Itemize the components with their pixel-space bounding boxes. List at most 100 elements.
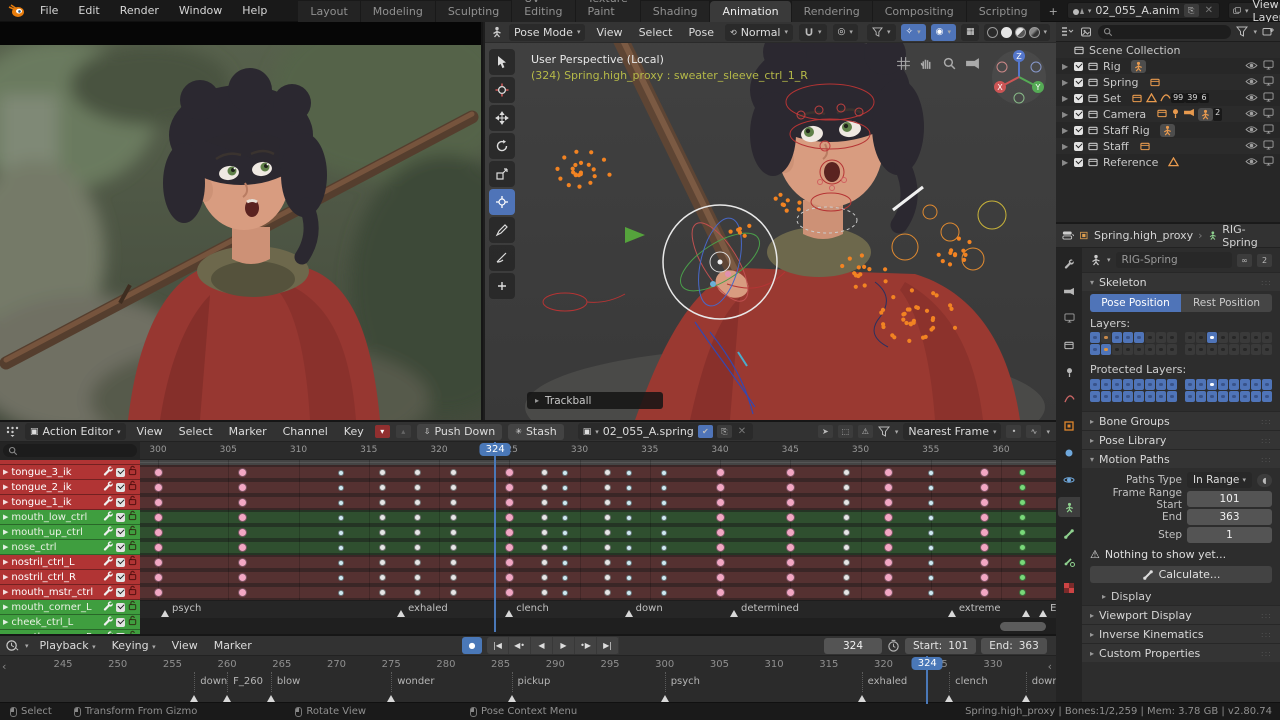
motion-paths-panel-header[interactable]: ▾ Motion Paths::: (1082, 449, 1280, 468)
collection-checkbox[interactable] (1074, 157, 1083, 167)
layer-toggle[interactable] (1262, 379, 1272, 390)
properties-tab-5[interactable] (1058, 389, 1080, 409)
current-frame-field[interactable]: 324 (824, 637, 882, 654)
paths-type-dropdown[interactable]: In Range ▾ (1187, 472, 1252, 488)
keyframe[interactable] (979, 513, 989, 522)
timeline-marker[interactable] (507, 695, 516, 702)
expand-arrow-icon[interactable]: ▶ (3, 528, 8, 536)
keyframe[interactable] (842, 484, 850, 491)
editor-type-dropdown[interactable] (1062, 230, 1075, 241)
layer-toggle[interactable] (1123, 332, 1133, 343)
layer-toggle[interactable] (1167, 332, 1177, 343)
properties-tab-2[interactable] (1058, 308, 1080, 328)
keyframe[interactable] (449, 499, 457, 506)
filter-type-icon[interactable] (1080, 26, 1093, 37)
layer-toggle[interactable] (1196, 391, 1206, 402)
keyframe[interactable] (153, 513, 163, 522)
show-hidden-toggle[interactable]: ⬚ (837, 425, 853, 438)
modifier-wrench-icon[interactable] (103, 556, 113, 569)
new-action-button[interactable]: ⎘ (716, 425, 732, 438)
channel-enable-checkbox[interactable] (116, 572, 125, 582)
proportional-toggle[interactable]: • (1006, 425, 1022, 438)
layer-toggle[interactable] (1134, 379, 1144, 390)
keyframe[interactable] (562, 559, 569, 566)
layer-toggle[interactable] (1145, 332, 1155, 343)
layer-toggle[interactable] (1251, 391, 1261, 402)
keyframe[interactable] (1018, 574, 1026, 581)
link-icon[interactable]: ∞ (1237, 253, 1252, 267)
keyframe[interactable] (927, 529, 934, 536)
layer-toggle[interactable] (1262, 344, 1272, 355)
lock-icon[interactable] (128, 585, 137, 599)
hide-eye-icon[interactable] (1245, 76, 1258, 89)
lock-icon[interactable] (128, 465, 137, 479)
display-mode-dropdown[interactable] (1061, 26, 1075, 37)
pose-menu[interactable]: Pose (684, 24, 719, 41)
pose-marker[interactable] (730, 610, 739, 617)
layer-toggle[interactable] (1207, 391, 1217, 402)
properties-tab-1[interactable] (1058, 281, 1080, 301)
keyframe[interactable] (785, 543, 795, 552)
expand-region-icon[interactable]: ‹ (2, 660, 6, 673)
disable-viewport-icon[interactable] (1263, 139, 1274, 153)
keyframe[interactable] (979, 498, 989, 507)
properties-tab-4[interactable] (1058, 362, 1080, 382)
layer-toggle[interactable] (1240, 332, 1250, 343)
expand-arrow-icon[interactable]: ▶ (3, 468, 8, 476)
prev-keyframe-button[interactable]: ◀• (509, 637, 531, 654)
layer-toggle[interactable] (1112, 391, 1122, 402)
layer-toggle[interactable] (1207, 332, 1217, 343)
push-down-button[interactable]: ⇩ Push Down (416, 423, 503, 440)
scene-selector[interactable]: ▾ 02_055_A.anim ⎘ ✕ (1066, 2, 1221, 19)
keyframe[interactable] (237, 588, 247, 597)
layer-toggle[interactable] (1262, 332, 1272, 343)
move-up-button[interactable]: ▴ (395, 425, 411, 438)
keyframe[interactable] (237, 483, 247, 492)
channel-row-tongue_2_ik[interactable]: ▶ tongue_2_ik (0, 480, 140, 495)
keyframe[interactable] (715, 468, 725, 477)
keyframe[interactable] (1018, 469, 1026, 476)
pose-marker[interactable] (624, 610, 633, 617)
keyframe[interactable] (562, 514, 569, 521)
disable-viewport-icon[interactable] (1263, 75, 1274, 89)
timeline-marker[interactable] (857, 695, 866, 702)
timeline-marker[interactable] (190, 695, 199, 702)
outliner-row-camera[interactable]: ▶ Camera 2 (1056, 106, 1280, 122)
stash-button[interactable]: ✳ Stash (508, 423, 564, 440)
keyframe[interactable] (237, 513, 247, 522)
keyframe[interactable] (625, 514, 632, 521)
keyframe[interactable] (153, 483, 163, 492)
keyframe[interactable] (562, 589, 569, 596)
expand-arrow-icon[interactable]: ▶ (3, 588, 8, 596)
unlink-action-button[interactable]: ✕ (736, 426, 748, 437)
keyframe[interactable] (449, 544, 457, 551)
outliner-row-staff[interactable]: ▶ Staff (1056, 138, 1280, 154)
decorator-button[interactable]: ◖ (1257, 473, 1272, 487)
outliner-search-input[interactable] (1098, 24, 1232, 39)
properties-tab-7[interactable] (1058, 443, 1080, 463)
outliner-row-staff-rig[interactable]: ▶ Staff Rig (1056, 122, 1280, 138)
keyframe[interactable] (504, 468, 514, 477)
hide-eye-icon[interactable] (1245, 92, 1258, 105)
new-scene-button[interactable]: ⎘ (1183, 4, 1199, 17)
layer-toggle[interactable] (1229, 344, 1239, 355)
channel-row-nostril_ctrl_R[interactable]: ▶ nostril_ctrl_R (0, 570, 140, 585)
channel-enable-checkbox[interactable] (116, 467, 125, 477)
keyframe[interactable] (153, 573, 163, 582)
menu-window[interactable]: Window (170, 1, 231, 20)
keyframe[interactable] (625, 499, 632, 506)
layer-toggle[interactable] (1185, 344, 1195, 355)
expand-region-icon[interactable]: ‹ (1048, 660, 1052, 673)
workspace-tab-layout[interactable]: Layout (298, 0, 361, 22)
tl-marker-menu[interactable]: Marker (209, 637, 257, 654)
layer-toggle[interactable] (1251, 332, 1261, 343)
keyframe[interactable] (237, 573, 247, 582)
layer-toggle[interactable] (1229, 391, 1239, 402)
keyframe[interactable] (715, 513, 725, 522)
properties-tab-11[interactable] (1058, 551, 1080, 571)
keyframe[interactable] (625, 574, 632, 581)
jump-to-end-button[interactable]: ▶| (597, 637, 619, 654)
auto-keying-button[interactable]: ● (462, 637, 482, 654)
proportional-edit-toggle[interactable]: ◎ ▾ (832, 23, 858, 41)
keyframe[interactable] (449, 484, 457, 491)
